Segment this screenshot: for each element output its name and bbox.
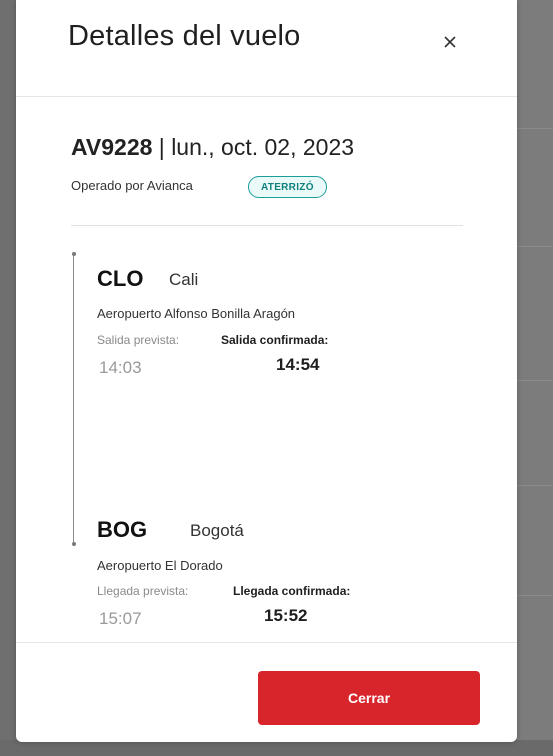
- operated-by: Operado por Avianca: [71, 178, 193, 193]
- departure-airport: Aeropuerto Alfonso Bonilla Aragón: [97, 306, 296, 321]
- backdrop-left: [0, 0, 16, 756]
- arrival-dot: [71, 542, 76, 546]
- flight-separator: |: [152, 134, 172, 160]
- arrival-airport: Aeropuerto El Dorado: [97, 558, 223, 573]
- arrival-confirmed-label: Llegada confirmada:: [233, 584, 351, 598]
- departure-confirmed-time: 14:54: [276, 355, 320, 374]
- route-timeline: [73, 254, 74, 544]
- departure-code: CLO: [97, 266, 144, 291]
- flight-date: lun., oct. 02, 2023: [171, 134, 355, 160]
- flight-number: AV9228: [71, 134, 153, 160]
- backdrop-bottom: [0, 740, 553, 756]
- footer-divider: [16, 642, 517, 643]
- close-dialog-button[interactable]: Cerrar: [258, 671, 480, 725]
- flight-details-dialog: Detalles del vuelo AV9228 | lun., oct. 0…: [16, 0, 517, 742]
- status-badge: ATERRIZÓ: [248, 176, 327, 198]
- arrival-code: BOG: [97, 517, 148, 542]
- dialog-header: Detalles del vuelo: [16, 0, 517, 97]
- departure-confirmed-label: Salida confirmada:: [221, 333, 329, 347]
- departure-planned-label: Salida prevista:: [97, 333, 180, 347]
- backdrop-right: [517, 0, 553, 756]
- departure-dot: [71, 252, 76, 256]
- flight-summary: AV9228 | lun., oct. 02, 2023: [71, 134, 354, 161]
- arrival-planned-label: Llegada prevista:: [97, 584, 189, 598]
- section-divider: [71, 225, 463, 226]
- departure-city: Cali: [169, 270, 199, 289]
- close-button[interactable]: [436, 28, 464, 56]
- arrival-confirmed-time: 15:52: [264, 606, 308, 625]
- close-icon: [444, 36, 456, 48]
- arrival-planned-time: 15:07: [99, 609, 142, 628]
- departure-planned-time: 14:03: [99, 358, 142, 377]
- arrival-city: Bogotá: [190, 521, 244, 540]
- dialog-title: Detalles del vuelo: [68, 20, 301, 52]
